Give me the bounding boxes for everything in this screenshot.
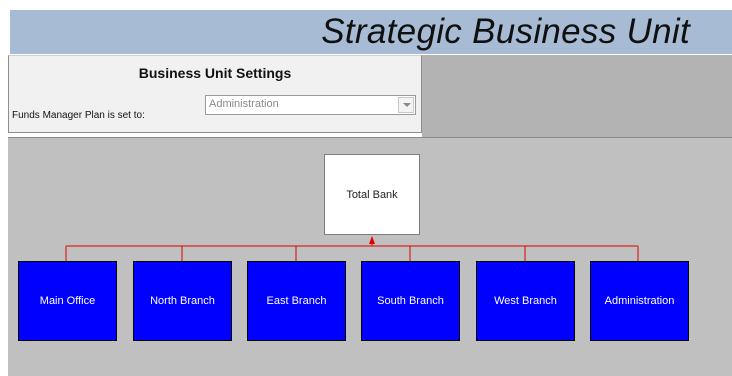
org-node-north-branch[interactable]: North Branch (133, 261, 232, 341)
org-node-total-bank[interactable]: Total Bank (324, 154, 420, 235)
org-node-west-branch[interactable]: West Branch (476, 261, 575, 341)
funds-manager-selected-value: Administration (209, 98, 279, 110)
business-unit-settings-panel: Business Unit Settings Funds Manager Pla… (8, 55, 422, 133)
dropdown-toggle-button[interactable] (398, 97, 414, 113)
chevron-down-icon (403, 103, 411, 107)
title-bar: Strategic Business Unit (10, 10, 732, 54)
org-node-south-branch[interactable]: South Branch (361, 261, 460, 341)
funds-manager-dropdown[interactable]: Administration (205, 95, 416, 115)
org-node-administration[interactable]: Administration (590, 261, 689, 341)
org-node-main-office[interactable]: Main Office (18, 261, 117, 341)
page-title: Strategic Business Unit (321, 12, 690, 51)
org-node-east-branch[interactable]: East Branch (247, 261, 346, 341)
header-gray-panel (422, 55, 732, 137)
funds-manager-label: Funds Manager Plan is set to: (12, 110, 145, 121)
settings-heading: Business Unit Settings (138, 65, 292, 81)
app-window: Strategic Business Unit Business Unit Se… (0, 0, 732, 376)
